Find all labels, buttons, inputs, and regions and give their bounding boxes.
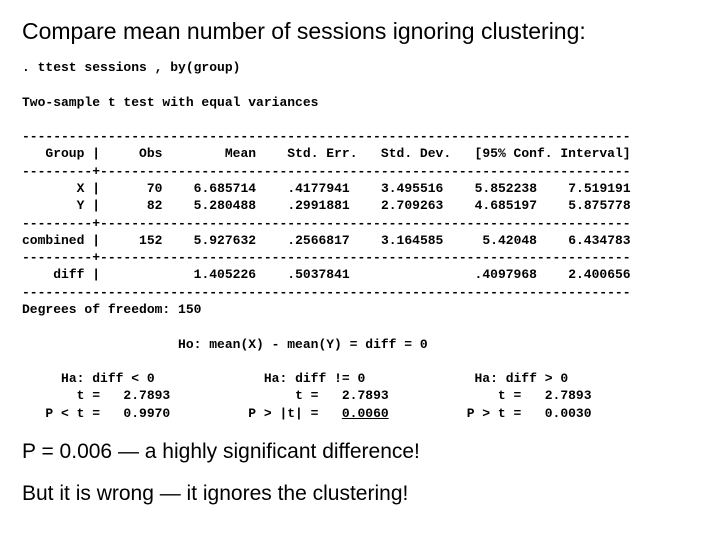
ha-gt-p: 0.0030: [545, 406, 592, 421]
ha-gt-t: 2.7893: [545, 388, 592, 403]
col-stddev: Std. Dev.: [381, 146, 451, 161]
col-obs: Obs: [139, 146, 162, 161]
row-y-cihi: 5.875778: [568, 198, 630, 213]
row-combined-stderr: .2566817: [287, 233, 349, 248]
test-name: Two-sample t test with equal variances: [22, 95, 318, 110]
ha-ne-p: 0.0060: [342, 406, 389, 421]
col-group: Group: [45, 146, 84, 161]
row-combined-cihi: 6.434783: [568, 233, 630, 248]
row-combined-mean: 5.927632: [194, 233, 256, 248]
row-x-cihi: 7.519191: [568, 181, 630, 196]
row-x-stderr: .4177941: [287, 181, 349, 196]
row-y-stderr: .2991881: [287, 198, 349, 213]
footer-line-1: P = 0.006 — a highly significant differe…: [22, 440, 698, 464]
row-combined-obs: 152: [139, 233, 162, 248]
row-x-label: X: [77, 181, 85, 196]
row-diff-cilo: .4097968: [475, 267, 537, 282]
ha-ne-tlbl: t =: [295, 388, 318, 403]
row-y-mean: 5.280488: [194, 198, 256, 213]
row-y-cilo: 4.685197: [475, 198, 537, 213]
row-x-mean: 6.685714: [194, 181, 256, 196]
row-combined-label: combined: [22, 233, 84, 248]
row-x-stddev: 3.495516: [381, 181, 443, 196]
ha-ne-plbl: P > |t| =: [248, 406, 318, 421]
row-diff-cihi: 2.400656: [568, 267, 630, 282]
col-ci: [95% Conf. Interval]: [475, 146, 631, 161]
stata-command: . ttest sessions , by(group): [22, 60, 240, 75]
row-diff-label: diff: [53, 267, 84, 282]
row-combined-cilo: 5.42048: [482, 233, 537, 248]
ho-line: Ho: mean(X) - mean(Y) = diff = 0: [178, 337, 428, 352]
ha-lt-p: 0.9970: [123, 406, 170, 421]
col-stderr: Std. Err.: [287, 146, 357, 161]
ha-lt-tlbl: t =: [77, 388, 100, 403]
row-y-obs: 82: [147, 198, 163, 213]
footer-line-2: But it is wrong — it ignores the cluster…: [22, 482, 698, 506]
row-x-cilo: 5.852238: [475, 181, 537, 196]
ha-gt-title: Ha: diff > 0: [475, 371, 569, 386]
row-combined-stddev: 3.164585: [381, 233, 443, 248]
slide-page: Compare mean number of sessions ignoring…: [0, 0, 720, 516]
row-x-obs: 70: [147, 181, 163, 196]
ha-ne-title: Ha: diff != 0: [264, 371, 365, 386]
ha-lt-title: Ha: diff < 0: [61, 371, 155, 386]
stata-output: . ttest sessions , by(group) Two-sample …: [22, 59, 698, 422]
ha-gt-plbl: P > t =: [467, 406, 522, 421]
ha-ne-t: 2.7893: [342, 388, 389, 403]
row-y-stddev: 2.709263: [381, 198, 443, 213]
ha-lt-plbl: P < t =: [45, 406, 100, 421]
row-y-label: Y: [77, 198, 85, 213]
row-diff-stderr: .5037841: [287, 267, 349, 282]
slide-title: Compare mean number of sessions ignoring…: [22, 18, 698, 45]
col-mean: Mean: [225, 146, 256, 161]
ha-lt-t: 2.7893: [123, 388, 170, 403]
row-diff-mean: 1.405226: [194, 267, 256, 282]
ha-gt-tlbl: t =: [498, 388, 521, 403]
degrees-of-freedom: Degrees of freedom: 150: [22, 302, 201, 317]
